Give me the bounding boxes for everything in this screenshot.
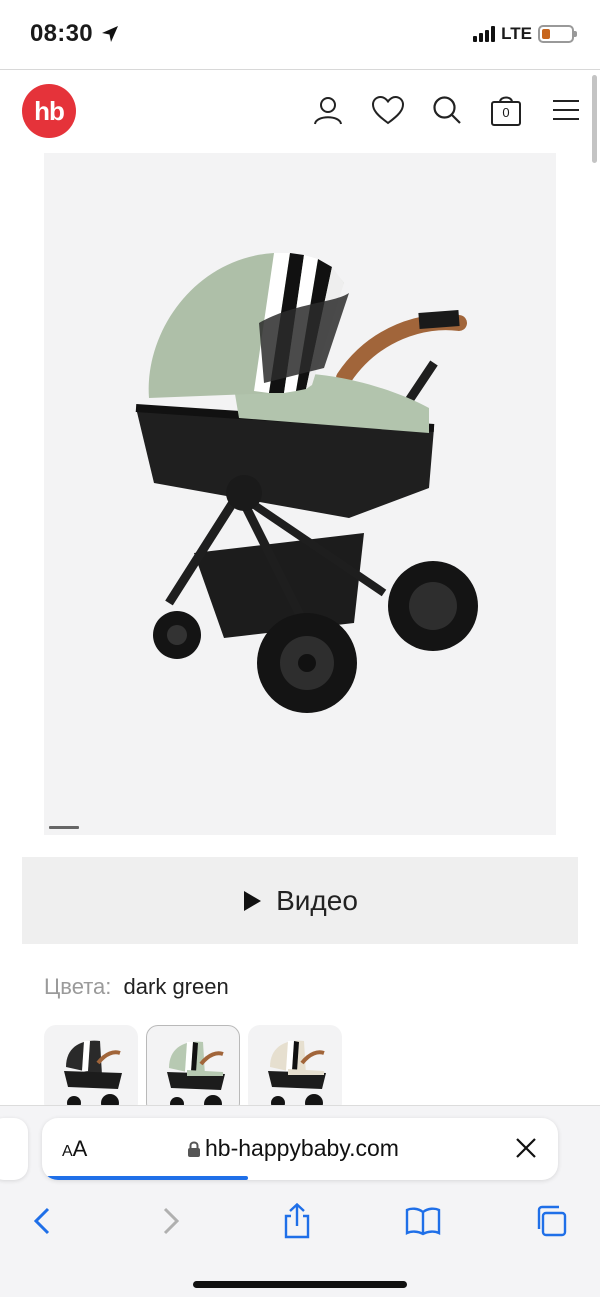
user-icon[interactable]: [310, 92, 346, 128]
back-icon[interactable]: [17, 1196, 67, 1246]
url-display[interactable]: hb-happybaby.com: [187, 1135, 399, 1162]
location-arrow-icon: [102, 26, 118, 42]
color-swatch-black[interactable]: [44, 1025, 138, 1115]
lock-icon: [188, 1141, 200, 1157]
close-icon[interactable]: [514, 1136, 538, 1160]
network-type: LTE: [501, 24, 532, 43]
text-size-button[interactable]: AA: [62, 1136, 87, 1162]
selected-color: dark green: [123, 974, 229, 999]
menu-icon[interactable]: [548, 92, 584, 128]
signal-icon: [473, 26, 496, 42]
page-load-progress: [42, 1176, 249, 1180]
battery-icon: [538, 25, 577, 43]
tabs-icon[interactable]: [526, 1196, 576, 1246]
browser-toolbar: [0, 1196, 600, 1246]
heart-icon[interactable]: [370, 92, 406, 128]
forward-icon[interactable]: [146, 1196, 196, 1246]
status-time: 08:30: [30, 20, 93, 47]
color-swatch-dark-green[interactable]: [146, 1025, 240, 1115]
video-button-label: Видео: [276, 884, 358, 916]
cart-count: 0: [502, 105, 510, 120]
site-header: hb 0: [0, 70, 600, 150]
video-button[interactable]: Видео: [22, 857, 578, 944]
stroller-image: [135, 253, 478, 713]
status-indicators: LTE: [473, 24, 577, 44]
site-logo[interactable]: hb: [22, 84, 76, 138]
colors-row: Цвета: dark green: [44, 974, 229, 1000]
product-image[interactable]: [44, 153, 556, 835]
page-scrollbar[interactable]: [592, 75, 597, 163]
bookmarks-icon[interactable]: [398, 1196, 448, 1246]
play-icon: [244, 890, 262, 911]
slide-indicator[interactable]: [49, 826, 79, 829]
search-icon[interactable]: [429, 92, 465, 128]
home-indicator[interactable]: [193, 1281, 407, 1288]
colors-label: Цвета:: [44, 974, 112, 999]
status-bar: 08:30 LTE: [0, 0, 600, 70]
color-swatches: [44, 1025, 342, 1115]
address-bar[interactable]: AA hb-happybaby.com: [42, 1118, 558, 1180]
browser-chrome: AA hb-happybaby.com: [0, 1105, 600, 1297]
color-swatch-beige[interactable]: [248, 1025, 342, 1115]
share-icon[interactable]: [272, 1196, 322, 1246]
cart-icon[interactable]: 0: [488, 92, 524, 128]
previous-tab-peek[interactable]: [0, 1118, 28, 1180]
url-text: hb-happybaby.com: [205, 1135, 399, 1161]
